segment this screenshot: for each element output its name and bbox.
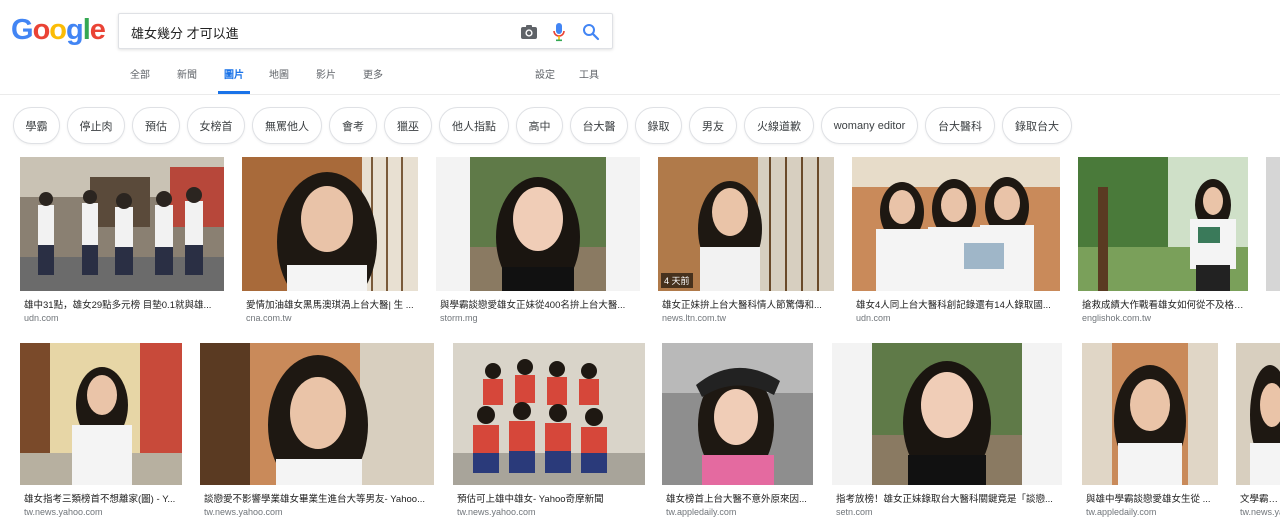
image-result-source: udn.com xyxy=(24,313,59,323)
chip[interactable]: 女榜首 xyxy=(187,107,245,144)
tab-all[interactable]: 全部 xyxy=(130,66,150,94)
image-result-thumbnail[interactable] xyxy=(200,343,434,485)
tab-news[interactable]: 新聞 xyxy=(177,66,197,94)
image-result-source: tw.news.ya xyxy=(1240,507,1280,517)
nav-right: 設定 工具 xyxy=(535,66,599,94)
image-result-source: tw.news.yahoo.com xyxy=(204,507,283,517)
chip[interactable]: 高中 xyxy=(516,107,563,144)
chip[interactable]: 火線道歉 xyxy=(744,107,814,144)
image-result-title[interactable]: 預估可上雄中雄女- Yahoo奇摩新聞 xyxy=(457,491,643,505)
image-result-title[interactable]: 與雄中學霸談戀愛雄女生從 ... xyxy=(1086,491,1216,505)
image-result-title[interactable]: 指考放榜！雄女正妹錄取台大醫科關鍵竟是「談戀... xyxy=(836,491,1058,505)
image-result-title[interactable]: 談戀愛不影響學業雄女畢業生進台大等男友- Yahoo... xyxy=(204,491,430,505)
header: Google 全部 新聞 圖片 地圖 影片 更多 設定 工具 xyxy=(0,0,1280,95)
logo-letter: o xyxy=(32,14,51,46)
camera-icon[interactable] xyxy=(517,20,541,44)
image-result-source: setn.com xyxy=(836,507,873,517)
image-result-source: udn.com xyxy=(856,313,891,323)
image-result-thumbnail[interactable] xyxy=(453,343,645,485)
chip[interactable]: 他人指點 xyxy=(439,107,509,144)
chip[interactable]: 無罵他人 xyxy=(252,107,322,144)
settings-link[interactable]: 設定 xyxy=(535,66,555,94)
image-result-thumbnail[interactable] xyxy=(242,157,418,291)
image-result-thumbnail[interactable] xyxy=(1082,343,1218,485)
image-result-title[interactable]: 愛情加油雄女黑馬澳琪渦上台大醫| 生 ... xyxy=(246,297,416,311)
chip[interactable]: 會考 xyxy=(329,107,377,144)
image-result-title[interactable]: 雄女榜首上台大醫不意外原來因... xyxy=(666,491,812,505)
chip[interactable]: 錄取台大 xyxy=(1002,107,1072,144)
chip[interactable]: 錄取 xyxy=(635,107,682,144)
image-result-title[interactable]: 搶救成績大作戰看雄女如何從不及格到學... xyxy=(1082,297,1248,311)
image-result-source: news.ltn.com.tw xyxy=(662,313,727,323)
image-result-thumbnail[interactable] xyxy=(436,157,640,291)
tab-more[interactable]: 更多 xyxy=(363,66,383,94)
logo-letter: g xyxy=(66,14,84,46)
chip[interactable]: 停止肉 xyxy=(67,107,125,144)
image-result-thumbnail[interactable] xyxy=(852,157,1060,291)
image-result-source: tw.appledaily.com xyxy=(1086,507,1157,517)
nav-tabs: 全部 新聞 圖片 地圖 影片 更多 xyxy=(130,66,383,94)
image-result-title[interactable]: 雄女正妹拚上台大醫科情人節驚傳和... xyxy=(662,297,832,311)
image-result-source: storm.mg xyxy=(440,313,478,323)
image-result-title[interactable]: 雄中31點，雄女29點多元榜 目墊0.1就與雄... xyxy=(24,297,222,311)
chip[interactable]: 男友 xyxy=(689,107,737,144)
image-result-source: tw.news.yahoo.com xyxy=(24,507,103,517)
logo-letter: G xyxy=(11,14,34,46)
image-result-thumbnail[interactable]: 4 天前 xyxy=(658,157,834,291)
image-result-title[interactable]: 雄女4人同上台大醫科創記錄還有14人錄取國... xyxy=(856,297,1056,311)
search-input[interactable] xyxy=(131,21,511,43)
tab-maps[interactable]: 地圖 xyxy=(269,66,289,94)
image-result-source: englishok.com.tw xyxy=(1082,313,1152,323)
image-result-thumbnail[interactable] xyxy=(20,157,224,291)
microphone-icon[interactable] xyxy=(547,20,571,44)
image-result-source: cna.com.tw xyxy=(246,313,292,323)
logo-letter: o xyxy=(49,14,67,46)
tools-link[interactable]: 工具 xyxy=(579,66,599,94)
image-result-source: tw.news.yahoo.com xyxy=(457,507,536,517)
chip[interactable]: 台大醫科 xyxy=(925,107,995,144)
image-result-thumbnail[interactable] xyxy=(662,343,813,485)
tab-videos[interactable]: 影片 xyxy=(316,66,336,94)
chip[interactable]: 學霸 xyxy=(13,107,60,144)
image-result-source: tw.appledaily.com xyxy=(666,507,737,517)
image-result-thumbnail[interactable] xyxy=(1266,157,1280,291)
image-result-title[interactable]: 與學霸談戀愛雄女正妹從400名拚上台大醫... xyxy=(440,297,636,311)
search-box xyxy=(118,13,613,49)
tab-images[interactable]: 圖片 xyxy=(218,66,250,94)
image-result-thumbnail[interactable] xyxy=(1078,157,1248,291)
image-result-thumbnail[interactable] xyxy=(20,343,182,485)
logo-letter: e xyxy=(89,14,106,46)
logo-letter: l xyxy=(82,14,91,46)
image-result-title[interactable]: 雄女指考三類榜首不想離家(圖) - Y... xyxy=(24,491,180,505)
image-result-thumbnail[interactable] xyxy=(832,343,1062,485)
chip[interactable]: 獵巫 xyxy=(384,107,432,144)
chip[interactable]: 台大醫 xyxy=(570,107,628,144)
chip[interactable]: 預估 xyxy=(132,107,180,144)
search-icon[interactable] xyxy=(579,20,603,44)
chip[interactable]: womany editor xyxy=(821,107,918,144)
image-result-thumbnail[interactable] xyxy=(1236,343,1280,485)
time-badge: 4 天前 xyxy=(661,273,693,288)
google-logo[interactable]: Google xyxy=(11,14,107,54)
related-search-chips: 學霸 停止肉 預估 女榜首 無罵他人 會考 獵巫 他人指點 高中 台大醫 錄取 … xyxy=(13,107,1079,145)
image-result-title[interactable]: 文學霸男女... xyxy=(1240,491,1280,505)
